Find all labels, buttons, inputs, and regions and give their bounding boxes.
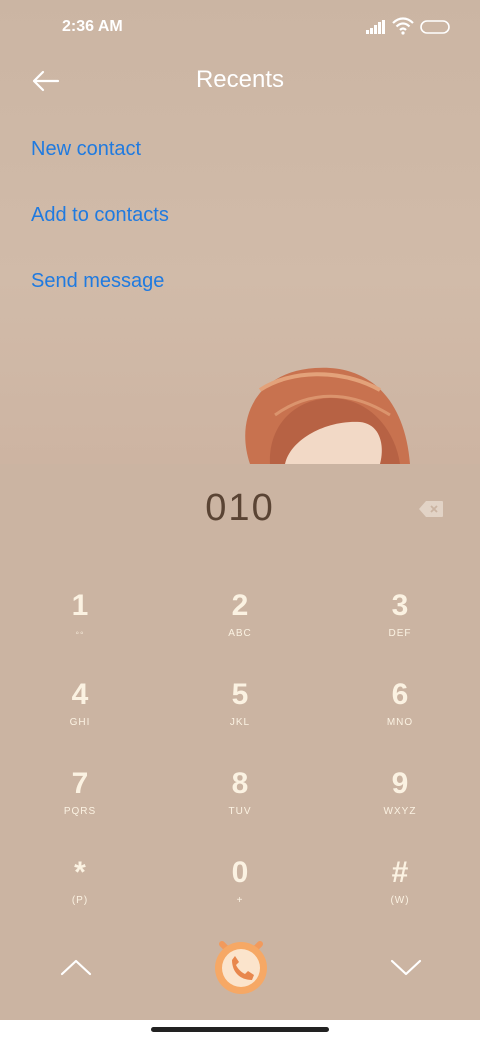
key-digit: 0 — [231, 856, 249, 889]
key-digit: 4 — [71, 678, 89, 711]
key-7[interactable]: 7 PQRS — [0, 766, 160, 854]
status-bar: 2:36 AM — [0, 0, 480, 56]
signal-icon — [366, 20, 386, 34]
key-digit: 6 — [391, 678, 409, 711]
key-letters: PQRS — [63, 806, 97, 817]
key-3[interactable]: 3 DEF — [320, 588, 480, 676]
page-title: Recents — [195, 66, 285, 93]
call-button[interactable] — [210, 934, 272, 996]
key-letters: JKL — [229, 717, 251, 728]
key-digit: 5 — [231, 678, 249, 711]
key-digit: 1 — [71, 589, 89, 622]
key-0[interactable]: 0 + — [160, 855, 320, 943]
key-letters: + — [236, 895, 244, 906]
wifi-icon — [392, 17, 414, 35]
collapse-keypad-button[interactable] — [56, 952, 96, 982]
send-message-link[interactable]: Send message — [31, 270, 164, 293]
key-digit: # — [391, 856, 409, 889]
chevron-down-icon — [386, 959, 426, 986]
battery-icon — [420, 20, 450, 34]
key-digit: 7 — [71, 767, 89, 800]
add-to-contacts-link[interactable]: Add to contacts — [31, 204, 169, 227]
key-9[interactable]: 9 WXYZ — [320, 766, 480, 854]
key-6[interactable]: 6 MNO — [320, 677, 480, 765]
wallpaper-illustration — [230, 360, 420, 464]
key-digit: * — [74, 856, 86, 889]
phone-icon — [210, 941, 272, 1000]
key-4[interactable]: 4 GHI — [0, 677, 160, 765]
key-letters: GHI — [69, 717, 91, 728]
key-digit: 3 — [391, 589, 409, 622]
key-digit: 8 — [231, 767, 249, 800]
key-digit: 2 — [231, 589, 249, 622]
home-indicator[interactable] — [151, 1027, 329, 1032]
key-hash[interactable]: # (W) — [320, 855, 480, 943]
hide-keypad-button[interactable] — [386, 952, 426, 982]
chevron-up-icon — [56, 959, 96, 986]
key-letters: (W) — [390, 895, 410, 906]
key-1[interactable]: 1 ◦◦ — [0, 588, 160, 676]
key-letters: WXYZ — [383, 806, 417, 817]
key-letters: MNO — [386, 717, 414, 728]
key-star[interactable]: * (P) — [0, 855, 160, 943]
backspace-icon — [418, 501, 444, 522]
key-8[interactable]: 8 TUV — [160, 766, 320, 854]
key-letters: (P) — [71, 895, 89, 906]
key-5[interactable]: 5 JKL — [160, 677, 320, 765]
key-letters: TUV — [228, 806, 252, 817]
key-letters: ABC — [228, 628, 252, 639]
delete-button[interactable] — [418, 500, 444, 518]
dialed-number: 010 — [205, 487, 275, 529]
key-letters: ◦◦ — [75, 628, 85, 639]
status-time: 2:36 AM — [62, 18, 123, 35]
key-2[interactable]: 2 ABC — [160, 588, 320, 676]
key-letters: DEF — [388, 628, 412, 639]
key-digit: 9 — [391, 767, 409, 800]
new-contact-link[interactable]: New contact — [31, 138, 141, 161]
